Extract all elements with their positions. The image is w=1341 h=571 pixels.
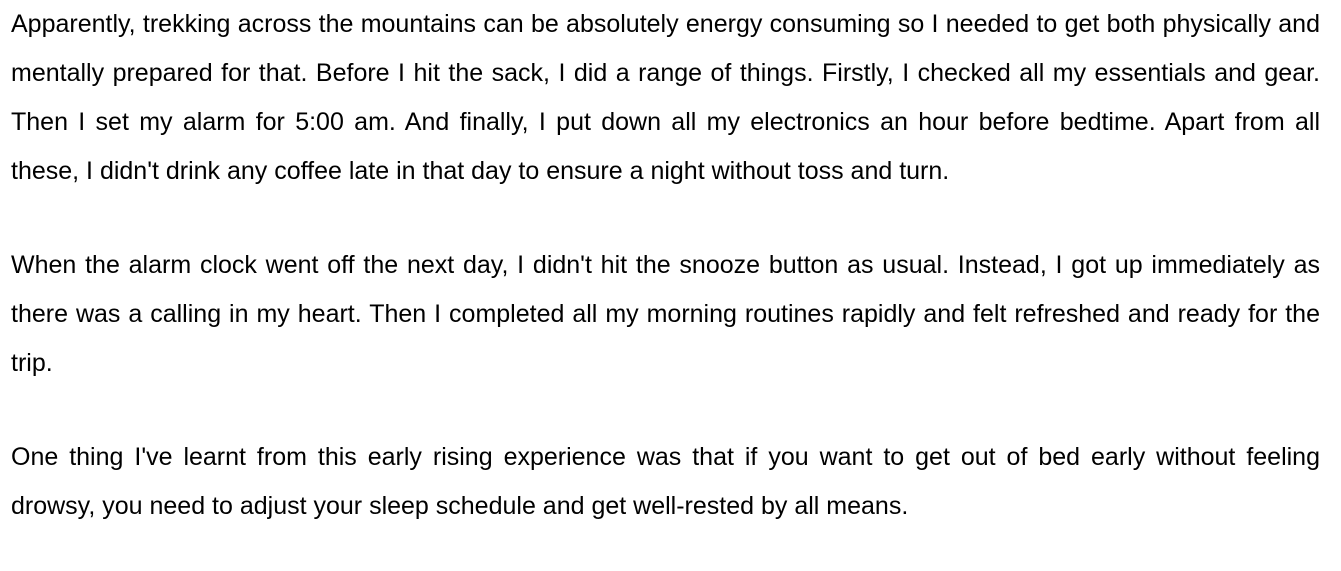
paragraph-2: When the alarm clock went off the next d… (11, 251, 1320, 377)
paragraph-3: One thing I've learnt from this early ri… (11, 443, 1320, 520)
paragraph-1: Apparently, trekking across the mountain… (11, 10, 1320, 185)
document-body: Apparently, trekking across the mountain… (11, 0, 1320, 531)
